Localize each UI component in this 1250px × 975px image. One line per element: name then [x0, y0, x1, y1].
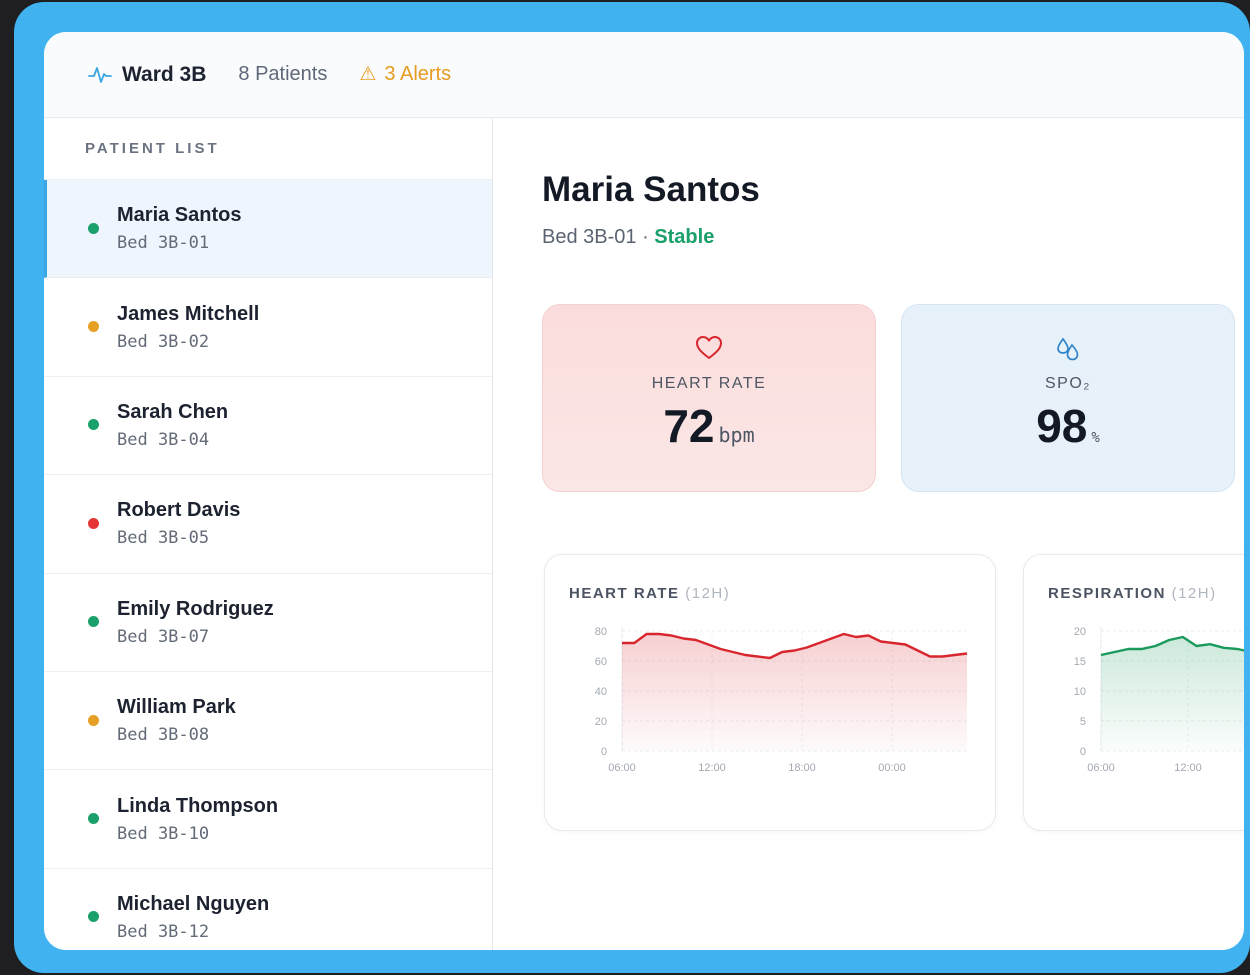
status-dot: [88, 911, 99, 923]
patient-list-name: Sarah Chen: [117, 400, 229, 423]
status-dot: [88, 222, 99, 234]
patient-list-bed: Bed 3B-01: [117, 233, 210, 254]
patient-list: Maria Santos Bed 3B-01 James Mitchell Bed 3…: [44, 180, 492, 950]
patient-list-name: Robert Davis: [117, 499, 241, 522]
x-tick-label: 06:00: [1087, 762, 1115, 774]
patient-list-bed: Bed 3B-07: [117, 626, 210, 647]
patient-list-bed: Bed 3B-08: [117, 725, 210, 746]
x-tick-label: 18:00: [788, 762, 816, 774]
y-tick-label: 60: [595, 656, 607, 668]
spo2-value: 98: [1036, 400, 1088, 452]
patient-list-name: Maria Santos: [117, 204, 242, 227]
patient-list-name: William Park: [117, 696, 236, 719]
patient-list-name: Michael Nguyen: [117, 892, 270, 915]
patient-name: Maria Santos: [542, 170, 760, 209]
patient-list-bed: Bed 3B-10: [117, 823, 210, 844]
patient-list-bed: Bed 3B-04: [117, 429, 210, 450]
patient-list-item[interactable]: James Mitchell Bed 3B-02: [44, 278, 492, 377]
x-tick-label: 12:00: [698, 762, 726, 774]
heart-rate-value-row: 72 bpm: [543, 399, 875, 453]
y-tick-label: 20: [595, 716, 607, 728]
status-dot: [88, 813, 99, 825]
spo2-card[interactable]: SPO₂ 98%: [901, 304, 1235, 492]
droplets-icon: [902, 335, 1234, 365]
heart-icon: [543, 335, 875, 365]
patient-list-item[interactable]: Maria Santos Bed 3B-01: [44, 180, 492, 279]
patient-list-item[interactable]: William Park Bed 3B-08: [44, 672, 492, 771]
alerts-indicator[interactable]: ⚠ 3 Alerts: [359, 63, 451, 86]
series-area: [1101, 637, 1244, 751]
y-tick-label: 10: [1074, 686, 1086, 698]
y-tick-label: 40: [595, 686, 607, 698]
patient-list-title: PATIENT LIST: [44, 118, 492, 180]
patient-list-bed: Bed 3B-05: [117, 528, 210, 549]
warning-icon: ⚠: [359, 64, 377, 85]
patient-list-name: James Mitchell: [117, 302, 260, 325]
patient-count: 8 Patients: [238, 63, 328, 85]
alerts-label: 3 Alerts: [384, 63, 452, 85]
spo2-value-row: 98%: [902, 399, 1234, 453]
heart-rate-chart-card: HEART RATE (12H) 0 20 40 60 80 06:00 12:00 18:0…: [544, 554, 996, 831]
x-tick-label: 06:00: [608, 762, 636, 774]
patient-list-bed: Bed 3B-02: [117, 331, 210, 352]
top-bar: Ward 3B 8 Patients ⚠ 3 Alerts: [44, 32, 1244, 118]
patient-bed: Bed 3B-01 ·: [542, 226, 655, 248]
app-screen: Ward 3B 8 Patients ⚠ 3 Alerts PATIENT LI…: [44, 32, 1244, 950]
patient-list-item[interactable]: Michael Nguyen Bed 3B-12: [44, 869, 492, 950]
ward-name: Ward 3B: [122, 62, 207, 86]
status-dot: [88, 517, 99, 529]
heart-rate-value: 72: [663, 400, 715, 452]
respiration-chart: 0 5 10 15 20 06:00 12:00: [1074, 626, 1244, 774]
patient-subtitle: Bed 3B-01 · Stable: [542, 226, 714, 249]
y-tick-label: 0: [1080, 746, 1086, 758]
heart-rate-chart: 0 20 40 60 80 06:00 12:00 18:00 00:00: [595, 626, 968, 774]
x-tick-label: 00:00: [878, 762, 906, 774]
heart-rate-label: HEART RATE: [651, 375, 767, 392]
patient-detail: Maria Santos Bed 3B-01 · Stable HEART RA…: [494, 118, 1244, 950]
y-tick-label: 15: [1074, 656, 1086, 668]
device-frame: Ward 3B 8 Patients ⚠ 3 Alerts PATIENT LI…: [14, 2, 1250, 973]
status-dot: [88, 714, 99, 726]
patient-list-item[interactable]: Robert Davis Bed 3B-05: [44, 475, 492, 574]
status-dot: [88, 321, 99, 333]
status-dot: [88, 616, 99, 628]
patient-list-item[interactable]: Emily Rodriguez Bed 3B-07: [44, 574, 492, 672]
spo2-unit: %: [1091, 430, 1100, 446]
patient-list-name: Linda Thompson: [117, 794, 279, 817]
patient-list-item[interactable]: Sarah Chen Bed 3B-04: [44, 377, 492, 476]
patient-list-name: Emily Rodriguez: [117, 597, 274, 620]
heart-rate-card[interactable]: HEART RATE 72 bpm: [542, 304, 876, 492]
respiration-chart-card: RESPIRATION (12H) 0 5 10 15 20 06:00 12:00: [1023, 554, 1244, 831]
patient-sidebar: PATIENT LIST Maria Santos Bed 3B-01 James …: [44, 118, 493, 950]
pulse-icon: [88, 62, 114, 88]
status-dot: [88, 419, 99, 431]
y-tick-label: 5: [1080, 716, 1086, 728]
spo2-label: SPO₂: [1045, 375, 1091, 392]
patient-list-item[interactable]: Linda Thompson Bed 3B-10: [44, 770, 492, 869]
patient-status: Stable: [654, 226, 715, 248]
patient-list-bed: Bed 3B-12: [117, 921, 210, 942]
heart-rate-unit: bpm: [718, 423, 755, 447]
y-tick-label: 80: [595, 626, 607, 638]
y-tick-label: 0: [601, 746, 607, 758]
y-tick-label: 20: [1074, 626, 1086, 638]
x-tick-label: 12:00: [1174, 762, 1202, 774]
